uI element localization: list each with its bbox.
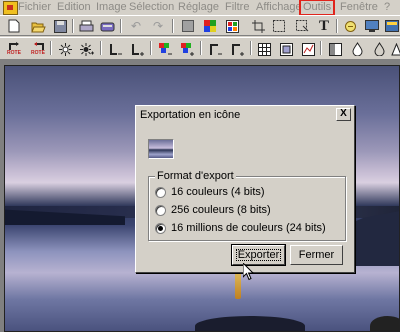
close-button[interactable]: Fermer — [290, 245, 343, 265]
foreground-rock-right — [370, 316, 399, 331]
close-icon[interactable]: X — [336, 108, 351, 121]
foreground-rock — [195, 316, 305, 331]
gray-square-icon[interactable] — [180, 18, 196, 34]
palette-icon[interactable] — [202, 18, 218, 34]
radio-label: 256 couleurs (8 bits) — [171, 204, 271, 216]
toolbar-separator — [250, 41, 252, 55]
new-icon[interactable] — [6, 18, 22, 34]
image-thumbnail — [148, 139, 174, 159]
group-label: Format d'export — [155, 170, 236, 182]
radio-button-checked[interactable] — [155, 222, 166, 234]
redo-icon[interactable]: ↷ — [150, 18, 166, 34]
app-icon[interactable] — [3, 1, 18, 15]
scan-icon[interactable] — [99, 18, 115, 34]
rotate-right-icon[interactable]: ROTE — [30, 41, 46, 57]
toolbar-separator — [100, 41, 102, 55]
drop-icon[interactable] — [349, 41, 365, 57]
export-button-label: Exporter — [237, 249, 280, 261]
gamma-plus-icon[interactable] — [229, 41, 245, 57]
radio-16-million-colors[interactable]: 16 millions de couleurs (24 bits) — [155, 221, 326, 235]
rotate-left-icon[interactable]: ROTE — [6, 41, 22, 57]
open-icon[interactable] — [30, 18, 46, 34]
menu-selection[interactable]: Sélection — [129, 1, 174, 14]
toolbar-separator — [120, 19, 122, 33]
rotate-right-label: ROTE — [31, 50, 45, 56]
toolbar-separator — [172, 19, 174, 33]
radio-button[interactable] — [155, 204, 166, 216]
color-plus-icon[interactable] — [179, 41, 195, 57]
export-button[interactable]: Exporter — [231, 244, 286, 266]
menu-help[interactable]: ? — [384, 1, 390, 14]
image-icon[interactable] — [384, 18, 400, 34]
menu-filtre[interactable]: Filtre — [225, 1, 249, 14]
contrast-minus-icon[interactable] — [107, 41, 123, 57]
sharpen-icon[interactable] — [388, 41, 400, 57]
contrast-plus-icon[interactable] — [129, 41, 145, 57]
menu-bar: Fichier Edition Image Sélection Réglage … — [0, 0, 400, 16]
main-toolbar: ↶ ↷ T — [0, 15, 400, 36]
menu-edition[interactable]: Edition — [57, 1, 91, 14]
color-minus-icon[interactable] — [157, 41, 173, 57]
menu-outils[interactable]: Outils — [298, 0, 336, 16]
toolbar-separator — [320, 41, 322, 55]
menu-affichage[interactable]: Affichage — [256, 1, 302, 14]
move-icon[interactable] — [294, 18, 310, 34]
toolbar-separator — [150, 41, 152, 55]
adjust-toolbar: ROTE ROTE — [0, 37, 400, 60]
menu-reglage[interactable]: Réglage — [178, 1, 219, 14]
drop-outline-icon[interactable] — [371, 41, 387, 57]
rotate-left-label: ROTE — [7, 50, 21, 56]
radio-16-colors[interactable]: 16 couleurs (4 bits) — [155, 185, 265, 199]
menu-image[interactable]: Image — [96, 1, 127, 14]
radio-label: 16 couleurs (4 bits) — [171, 186, 265, 198]
selection-icon[interactable] — [271, 18, 287, 34]
gamma-minus-icon[interactable] — [207, 41, 223, 57]
radio-label: 16 millions de couleurs (24 bits) — [171, 222, 326, 234]
export-format-group: Format d'export 16 couleurs (4 bits) 256… — [148, 170, 346, 241]
radio-button[interactable] — [155, 186, 166, 198]
menu-fenetre[interactable]: Fenêtre — [340, 1, 378, 14]
resize-icon[interactable] — [278, 41, 294, 57]
sun-icon[interactable] — [57, 41, 73, 57]
toolbar-separator — [200, 41, 202, 55]
toolbar-separator — [50, 41, 52, 55]
radio-256-colors[interactable]: 256 couleurs (8 bits) — [155, 203, 271, 217]
color-picker-icon[interactable] — [224, 18, 240, 34]
save-icon[interactable] — [52, 18, 68, 34]
rotate-icon[interactable] — [342, 18, 358, 34]
text-icon[interactable]: T — [316, 18, 332, 34]
sun-plus-icon[interactable] — [79, 41, 95, 57]
menu-fichier[interactable]: Fichier — [18, 1, 51, 14]
crop-icon[interactable] — [250, 18, 266, 34]
toolbar-separator — [72, 19, 74, 33]
reflection-figure — [235, 269, 241, 299]
export-icon-dialog: Exportation en icône X Format d'export 1… — [135, 105, 355, 273]
levels-icon[interactable] — [327, 41, 343, 57]
undo-icon[interactable]: ↶ — [128, 18, 144, 34]
grid-icon[interactable] — [256, 41, 272, 57]
dialog-title: Exportation en icône — [140, 109, 241, 121]
filter-icon[interactable] — [300, 41, 316, 57]
screen-icon[interactable] — [364, 18, 380, 34]
print-icon[interactable] — [78, 18, 94, 34]
toolbar-separator — [336, 19, 338, 33]
